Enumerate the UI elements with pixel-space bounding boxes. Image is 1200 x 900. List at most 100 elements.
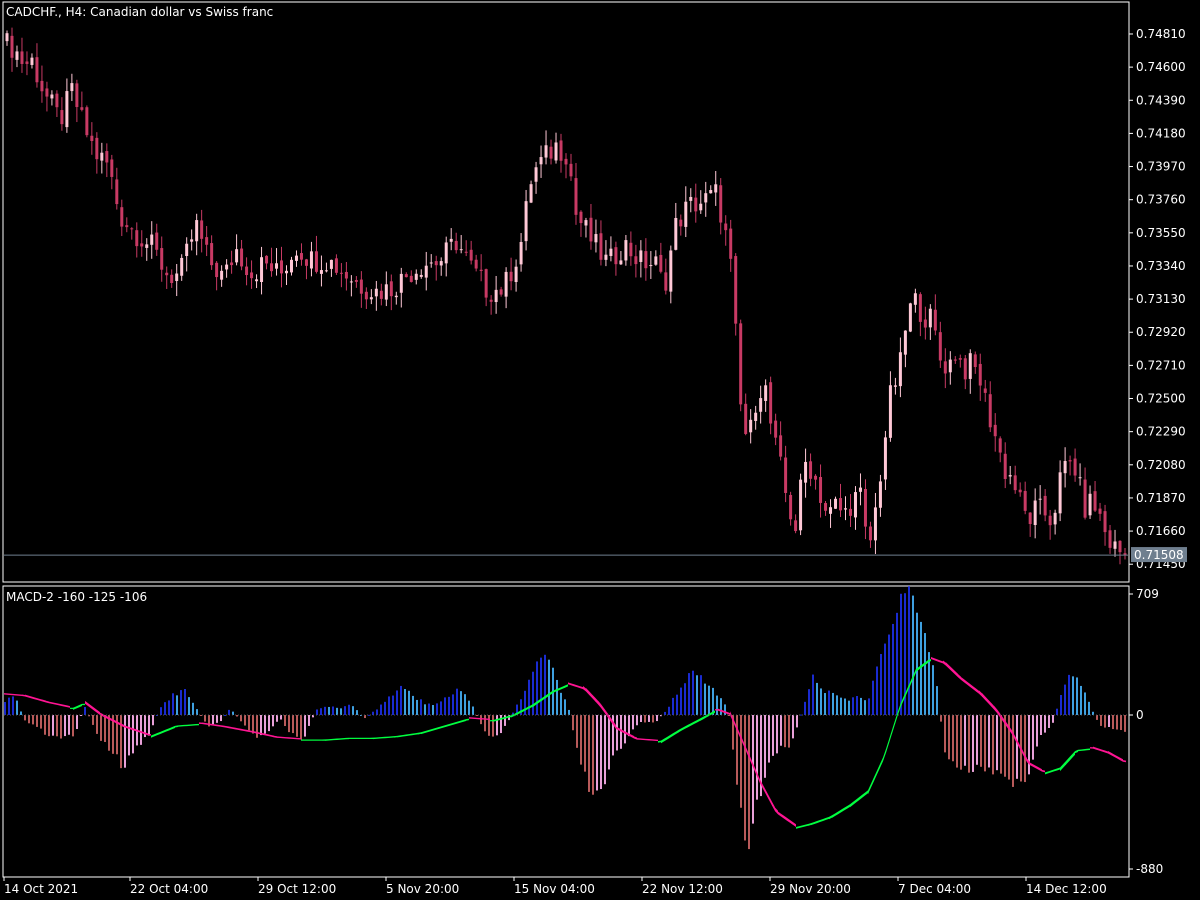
candle-body bbox=[714, 184, 718, 193]
candle-body bbox=[759, 398, 763, 412]
price-tick-label: 0.73340 bbox=[1136, 259, 1186, 273]
candle-body bbox=[953, 359, 957, 361]
macd-ribbon-segment bbox=[394, 735, 397, 738]
macd-bar bbox=[244, 715, 246, 726]
candle-body bbox=[1083, 479, 1087, 518]
macd-bar bbox=[564, 699, 566, 715]
macd-bar bbox=[692, 670, 694, 715]
candle-body bbox=[968, 353, 972, 379]
candle-body bbox=[789, 494, 793, 520]
candle-body bbox=[634, 256, 638, 265]
macd-bar bbox=[1108, 715, 1110, 727]
macd-bar bbox=[464, 694, 466, 715]
candle-body bbox=[250, 272, 254, 279]
macd-bar bbox=[4, 702, 6, 715]
macd-bar bbox=[580, 715, 582, 765]
macd-bar bbox=[556, 679, 558, 715]
macd-bar bbox=[936, 686, 938, 715]
price-tick-label: 0.74810 bbox=[1136, 27, 1186, 41]
candle-body bbox=[10, 35, 14, 58]
candle-body bbox=[704, 193, 708, 203]
candle-body bbox=[659, 254, 663, 272]
candle-body bbox=[734, 256, 738, 324]
candle-body bbox=[230, 262, 234, 266]
macd-bar bbox=[276, 715, 278, 722]
macd-bar bbox=[780, 715, 782, 746]
macd-ribbon-segment bbox=[382, 736, 385, 739]
macd-bar bbox=[748, 715, 750, 850]
candle-body bbox=[769, 382, 773, 424]
candle-body bbox=[40, 80, 44, 92]
macd-bar bbox=[1048, 715, 1050, 728]
macd-bar bbox=[116, 715, 118, 755]
macd-bar bbox=[940, 715, 942, 722]
macd-bar bbox=[428, 703, 430, 715]
macd-bar bbox=[1040, 715, 1042, 735]
candle-body bbox=[848, 508, 852, 516]
candle-body bbox=[90, 135, 94, 141]
candle-body bbox=[110, 159, 114, 177]
macd-ribbon-segment bbox=[643, 738, 646, 741]
macd-ribbon-segment bbox=[181, 724, 184, 727]
candle-body bbox=[564, 158, 568, 165]
macd-bar bbox=[192, 702, 194, 715]
candle-body bbox=[504, 271, 508, 297]
macd-bar bbox=[436, 703, 438, 715]
price-tick-label: 0.74180 bbox=[1136, 126, 1186, 140]
candle-body bbox=[294, 255, 298, 261]
x-tick-label: 14 Dec 12:00 bbox=[1026, 882, 1107, 896]
candle-body bbox=[549, 146, 553, 159]
macd-bar bbox=[1036, 715, 1038, 747]
candle-body bbox=[70, 83, 74, 92]
candle-body bbox=[1058, 472, 1062, 514]
price-tick-label: 0.71870 bbox=[1136, 491, 1186, 505]
macd-bar bbox=[1032, 715, 1034, 760]
macd-bar bbox=[988, 715, 990, 768]
macd-bar bbox=[384, 701, 386, 715]
candle-body bbox=[913, 293, 917, 305]
candle-body bbox=[240, 248, 244, 267]
macd-ribbon-segment bbox=[355, 737, 358, 739]
candle-body bbox=[764, 385, 768, 401]
macd-bar bbox=[28, 715, 30, 724]
candle-body bbox=[55, 93, 59, 108]
macd-bar bbox=[636, 715, 638, 726]
candle-body bbox=[285, 270, 288, 274]
candle-body bbox=[839, 498, 843, 511]
macd-bar bbox=[188, 697, 190, 715]
candle-body bbox=[1088, 493, 1092, 516]
macd-bar bbox=[820, 688, 822, 715]
macd-bar bbox=[120, 715, 122, 769]
macd-bar bbox=[332, 706, 334, 715]
macd-bar bbox=[912, 595, 914, 715]
candle-body bbox=[414, 273, 418, 280]
macd-bar bbox=[176, 695, 178, 715]
candle-body bbox=[719, 185, 723, 223]
macd-bar bbox=[592, 715, 594, 795]
macd-bar bbox=[504, 715, 506, 726]
candle-body bbox=[534, 167, 538, 182]
candle-body bbox=[958, 358, 962, 360]
macd-ribbon-segment bbox=[196, 723, 199, 726]
candle-body bbox=[409, 275, 413, 282]
candle-body bbox=[439, 261, 443, 266]
macd-bar bbox=[888, 634, 890, 715]
candle-body bbox=[220, 270, 224, 280]
macd-bar bbox=[172, 693, 174, 715]
macd-bar bbox=[292, 715, 294, 734]
macd-bar bbox=[284, 715, 286, 727]
price-tick-label: 0.71660 bbox=[1136, 524, 1186, 538]
macd-ribbon-segment bbox=[70, 707, 73, 709]
macd-bar bbox=[968, 715, 970, 773]
macd-bar bbox=[576, 715, 578, 748]
candle-body bbox=[469, 249, 473, 261]
candle-body bbox=[529, 184, 533, 203]
macd-ribbon-segment bbox=[343, 737, 346, 740]
current-price-label: 0.71508 bbox=[1134, 548, 1184, 562]
macd-bar bbox=[8, 697, 10, 715]
macd-bar bbox=[164, 702, 166, 715]
macd-bar bbox=[1024, 715, 1026, 783]
candle-body bbox=[319, 270, 323, 274]
candle-body bbox=[599, 233, 603, 260]
candle-body bbox=[185, 243, 189, 257]
